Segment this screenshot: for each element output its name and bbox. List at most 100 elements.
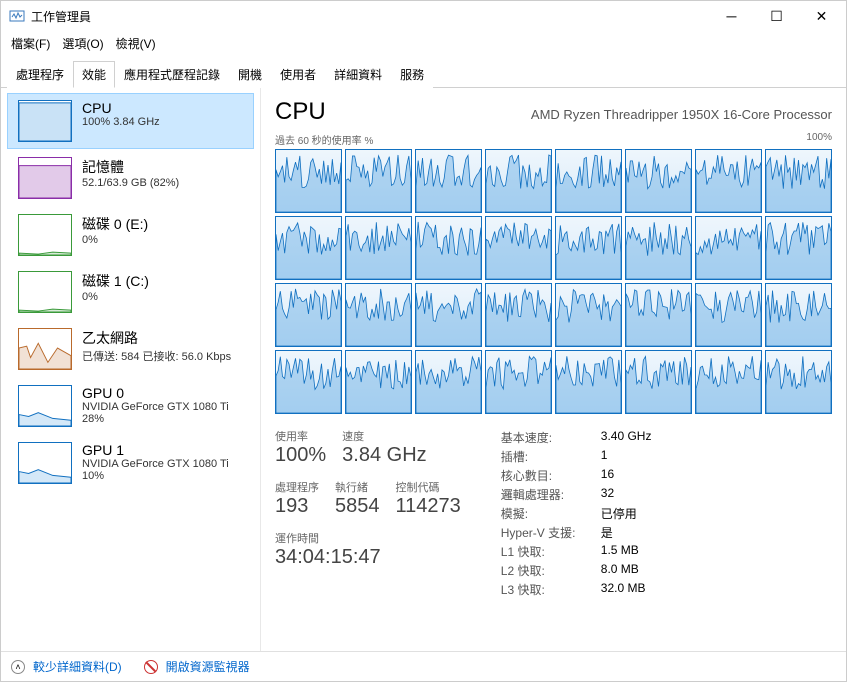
core-chart-4 — [555, 149, 622, 213]
info-row: L3 快取:32.0 MB — [501, 580, 652, 599]
handles-value: 114273 — [396, 495, 461, 518]
sidebar-item-4[interactable]: 乙太網路已傳送: 584 已接收: 56.0 Kbps — [7, 321, 254, 377]
sidebar-item-title: GPU 1 — [82, 442, 229, 458]
tab-2[interactable]: 應用程式歷程記錄 — [115, 61, 229, 88]
tab-1[interactable]: 效能 — [73, 61, 115, 88]
threads-label: 執行緒 — [335, 479, 380, 495]
tab-6[interactable]: 服務 — [391, 61, 433, 88]
info-key: 核心數目: — [501, 466, 601, 485]
tab-5[interactable]: 詳細資料 — [325, 61, 391, 88]
menu-view[interactable]: 檢視(V) — [112, 33, 160, 54]
info-row: L2 快取:8.0 MB — [501, 561, 652, 580]
chart-label-right: 100% — [806, 132, 832, 147]
info-key: L1 快取: — [501, 542, 601, 561]
core-chart-24 — [275, 350, 342, 414]
sidebar-item-detail: 0% — [82, 234, 148, 246]
speed-value: 3.84 GHz — [342, 444, 426, 467]
info-row: 模擬:已停用 — [501, 504, 652, 523]
info-row: 基本速度:3.40 GHz — [501, 428, 652, 447]
core-chart-25 — [345, 350, 412, 414]
sidebar-graph — [18, 157, 72, 199]
info-val: 1 — [601, 447, 608, 466]
sidebar-graph — [18, 328, 72, 370]
info-key: 基本速度: — [501, 428, 601, 447]
core-chart-21 — [625, 283, 692, 347]
core-chart-1 — [345, 149, 412, 213]
core-chart-3 — [485, 149, 552, 213]
processes-value: 193 — [275, 495, 319, 518]
window-title: 工作管理員 — [31, 8, 709, 25]
info-val: 已停用 — [601, 504, 637, 523]
info-key: L3 快取: — [501, 580, 601, 599]
info-key: 模擬: — [501, 504, 601, 523]
sidebar-item-0[interactable]: CPU100% 3.84 GHz — [7, 93, 254, 149]
menu-options[interactable]: 選項(O) — [58, 33, 107, 54]
tab-0[interactable]: 處理程序 — [7, 61, 73, 88]
sidebar-item-title: 記憶體 — [82, 157, 179, 177]
usage-value: 100% — [275, 444, 326, 467]
handles-label: 控制代碼 — [396, 479, 461, 495]
info-row: 邏輯處理器:32 — [501, 485, 652, 504]
titlebar: 工作管理員 ─ ☐ ✕ — [1, 1, 846, 31]
core-chart-6 — [695, 149, 762, 213]
sidebar: CPU100% 3.84 GHz記憶體52.1/63.9 GB (82%)磁碟 … — [1, 88, 261, 651]
info-val: 16 — [601, 466, 614, 485]
task-manager-icon — [9, 8, 25, 24]
core-chart-30 — [695, 350, 762, 414]
cpu-name: AMD Ryzen Threadripper 1950X 16-Core Pro… — [531, 107, 832, 122]
sidebar-item-2[interactable]: 磁碟 0 (E:)0% — [7, 207, 254, 263]
processes-label: 處理程序 — [275, 479, 319, 495]
tab-3[interactable]: 開機 — [229, 61, 271, 88]
info-val: 32 — [601, 485, 614, 504]
core-chart-31 — [765, 350, 832, 414]
tab-4[interactable]: 使用者 — [271, 61, 325, 88]
info-val: 32.0 MB — [601, 580, 646, 599]
uptime-value: 34:04:15:47 — [275, 546, 381, 569]
info-key: L2 快取: — [501, 561, 601, 580]
sidebar-item-detail: 0% — [82, 291, 149, 303]
core-chart-12 — [555, 216, 622, 280]
info-val: 3.40 GHz — [601, 428, 652, 447]
sidebar-item-detail: 已傳送: 584 已接收: 56.0 Kbps — [82, 348, 231, 364]
chart-label-left: 過去 60 秒的使用率 % — [275, 132, 373, 147]
info-key: Hyper-V 支援: — [501, 523, 601, 542]
core-chart-23 — [765, 283, 832, 347]
core-chart-13 — [625, 216, 692, 280]
sidebar-item-detail: NVIDIA GeForce GTX 1080 Ti 28% — [82, 401, 229, 425]
sidebar-graph — [18, 385, 72, 427]
chevron-up-icon[interactable]: ˄ — [11, 660, 25, 674]
close-button[interactable]: ✕ — [799, 2, 844, 30]
usage-label: 使用率 — [275, 428, 326, 444]
open-resmon-link[interactable]: 開啟資源監視器 — [166, 658, 250, 675]
sidebar-item-1[interactable]: 記憶體52.1/63.9 GB (82%) — [7, 150, 254, 206]
info-row: L1 快取:1.5 MB — [501, 542, 652, 561]
sidebar-item-detail: NVIDIA GeForce GTX 1080 Ti 10% — [82, 458, 229, 482]
main-title: CPU — [275, 98, 326, 126]
core-chart-26 — [415, 350, 482, 414]
info-row: Hyper-V 支援:是 — [501, 523, 652, 542]
sidebar-item-3[interactable]: 磁碟 1 (C:)0% — [7, 264, 254, 320]
info-val: 1.5 MB — [601, 542, 639, 561]
core-chart-14 — [695, 216, 762, 280]
sidebar-item-title: 乙太網路 — [82, 328, 231, 348]
menu-file[interactable]: 檔案(F) — [7, 33, 54, 54]
sidebar-graph — [18, 214, 72, 256]
sidebar-item-detail: 52.1/63.9 GB (82%) — [82, 177, 179, 189]
minimize-button[interactable]: ─ — [709, 2, 754, 30]
fewer-details-link[interactable]: 較少詳細資料(D) — [33, 658, 122, 675]
core-chart-10 — [415, 216, 482, 280]
sidebar-graph — [18, 271, 72, 313]
info-key: 插槽: — [501, 447, 601, 466]
sidebar-graph — [18, 442, 72, 484]
sidebar-item-title: 磁碟 1 (C:) — [82, 271, 149, 291]
maximize-button[interactable]: ☐ — [754, 2, 799, 30]
info-key: 邏輯處理器: — [501, 485, 601, 504]
core-chart-18 — [415, 283, 482, 347]
speed-label: 速度 — [342, 428, 426, 444]
core-chart-20 — [555, 283, 622, 347]
sidebar-item-title: CPU — [82, 100, 160, 116]
core-chart-15 — [765, 216, 832, 280]
sidebar-item-5[interactable]: GPU 0NVIDIA GeForce GTX 1080 Ti 28% — [7, 378, 254, 434]
info-row: 插槽:1 — [501, 447, 652, 466]
sidebar-item-6[interactable]: GPU 1NVIDIA GeForce GTX 1080 Ti 10% — [7, 435, 254, 491]
